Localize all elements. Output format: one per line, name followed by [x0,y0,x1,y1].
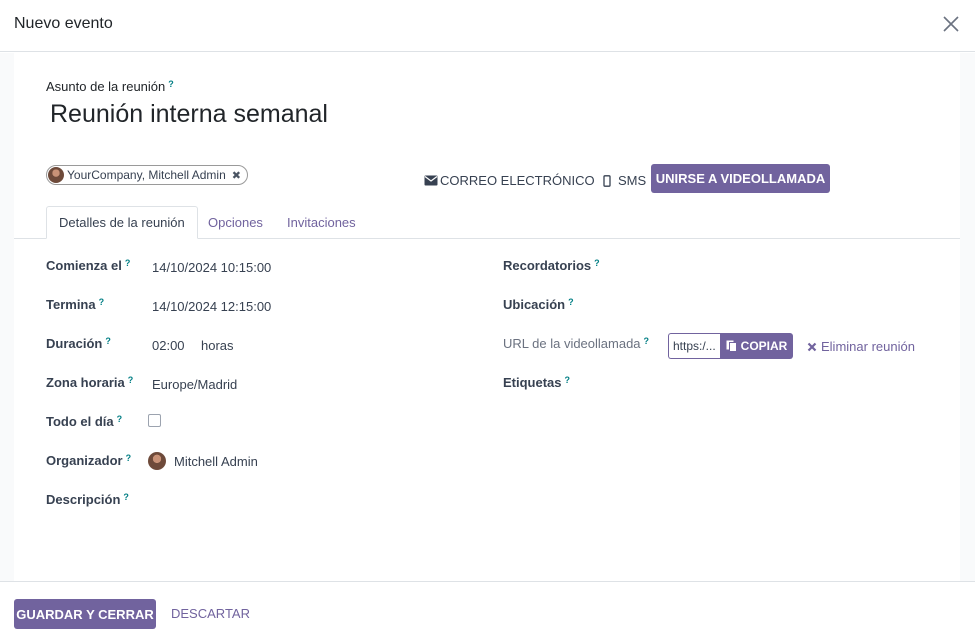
help-icon[interactable]: ? [565,375,571,385]
description-label: Descripción? [46,492,129,507]
save-and-close-button[interactable]: GUARDAR Y CERRAR [14,599,156,629]
stop-label: Termina? [46,297,105,312]
help-icon[interactable]: ? [644,336,650,346]
remove-icon [807,342,817,351]
start-label: Comienza el? [46,258,131,273]
allday-label: Todo el día? [46,414,123,429]
help-icon[interactable]: ? [125,258,131,268]
help-icon[interactable]: ? [99,297,105,307]
reminders-label: Recordatorios? [503,258,600,273]
help-icon[interactable]: ? [594,258,600,268]
video-url-label: URL de la videollamada? [503,336,650,351]
sms-button[interactable]: SMS [603,173,646,188]
attendee-tag[interactable]: YourCompany, Mitchell Admin ✖ [46,165,248,185]
avatar [148,452,166,470]
allday-checkbox[interactable] [148,414,161,427]
discard-button[interactable]: DESCARTAR [171,606,250,621]
subject-input[interactable]: Reunión interna semanal [50,100,328,129]
attendee-name: YourCompany, Mitchell Admin [67,168,226,182]
help-icon[interactable]: ? [126,453,132,463]
timezone-select[interactable]: Europe/Madrid [152,377,237,392]
tab-options[interactable]: Opciones [196,206,275,239]
help-icon[interactable]: ? [105,336,111,346]
join-video-call-button[interactable]: UNIRSE A VIDEOLLAMADA [651,164,830,193]
help-icon[interactable]: ? [128,375,134,385]
duration-unit: horas [201,338,234,353]
remove-meeting-link[interactable]: Eliminar reunión [807,339,915,354]
tab-invitations[interactable]: Invitaciones [275,206,368,239]
help-icon[interactable]: ? [117,414,123,424]
timezone-label: Zona horaria? [46,375,134,390]
subject-label: Asunto de la reunión? [46,79,174,94]
duration-field[interactable]: 02:00 [152,338,185,353]
clipboard-icon [726,340,737,352]
remove-attendee-icon[interactable]: ✖ [232,169,241,182]
envelope-icon [424,175,438,186]
duration-label: Duración? [46,336,111,351]
tab-meeting-details[interactable]: Detalles de la reunión [46,206,198,239]
organizer-label: Organizador? [46,453,132,468]
organizer-field[interactable]: Mitchell Admin [148,452,258,470]
start-datetime-field[interactable]: 14/10/2024 10:15:00 [152,260,271,275]
help-icon[interactable]: ? [568,297,574,307]
tags-label: Etiquetas? [503,375,571,390]
form-sheet [14,53,960,581]
email-button[interactable]: CORREO ELECTRÓNICO [424,173,595,188]
close-icon[interactable] [939,12,963,36]
dialog-title: Nuevo evento [14,15,113,32]
copy-button[interactable]: COPIAR [720,333,793,359]
avatar [48,167,64,183]
help-icon[interactable]: ? [168,79,174,89]
dialog-header: Nuevo evento [0,0,975,52]
video-url-group: https:/... COPIAR [668,333,793,359]
stop-datetime-field[interactable]: 14/10/2024 12:15:00 [152,299,271,314]
video-url-field[interactable]: https:/... [668,333,720,359]
help-icon[interactable]: ? [123,492,129,502]
mobile-icon [603,174,611,187]
location-label: Ubicación? [503,297,574,312]
